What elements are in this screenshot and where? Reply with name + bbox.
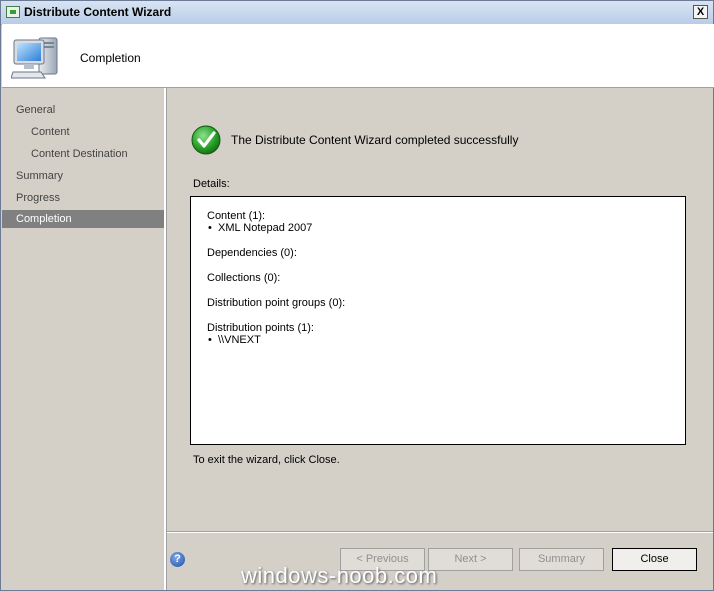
exit-instruction: To exit the wizard, click Close. (193, 454, 340, 466)
close-button[interactable]: Close (612, 548, 697, 571)
nav-step-content-destination[interactable]: Content Destination (2, 145, 164, 163)
computer-icon (11, 37, 58, 79)
dependencies-heading: Dependencies (0): (207, 247, 297, 259)
details-textbox[interactable]: Content (1): XML Notepad 2007 Dependenci… (190, 196, 686, 445)
dp-heading: Distribution points (1): (207, 322, 314, 334)
completion-status-message: The Distribute Content Wizard completed … (231, 133, 519, 147)
next-button[interactable]: Next > (428, 548, 513, 571)
content-heading: Content (1): (207, 210, 266, 222)
collections-heading: Collections (0): (207, 272, 281, 284)
nav-step-summary[interactable]: Summary (2, 167, 164, 185)
content-list-item: XML Notepad 2007 (208, 222, 312, 234)
nav-step-progress[interactable]: Progress (2, 189, 164, 207)
dp-groups-heading: Distribution point groups (0): (207, 297, 346, 309)
title-bar: Distribute Content Wizard X (1, 1, 713, 25)
footer-divider (167, 531, 713, 533)
nav-step-completion[interactable]: Completion (2, 210, 164, 228)
wizard-window: Distribute Content Wizard X Completion G… (0, 0, 714, 591)
details-label: Details: (193, 178, 230, 190)
close-window-button[interactable]: X (693, 5, 708, 19)
window-title: Distribute Content Wizard (24, 5, 172, 19)
page-title: Completion (80, 51, 141, 65)
wizard-app-icon (6, 6, 20, 18)
nav-step-general[interactable]: General (2, 101, 164, 119)
watermark-text: windows-noob.com (241, 563, 438, 588)
wizard-content: The Distribute Content Wizard completed … (167, 88, 713, 590)
wizard-header: Completion (2, 24, 714, 88)
wizard-step-nav: General Content Content Destination Summ… (2, 88, 166, 590)
success-checkmark-icon (191, 125, 221, 155)
dp-list-item: \\VNEXT (208, 334, 261, 346)
summary-button[interactable]: Summary (519, 548, 604, 571)
nav-step-content[interactable]: Content (2, 123, 164, 141)
help-icon[interactable]: ? (170, 552, 185, 567)
